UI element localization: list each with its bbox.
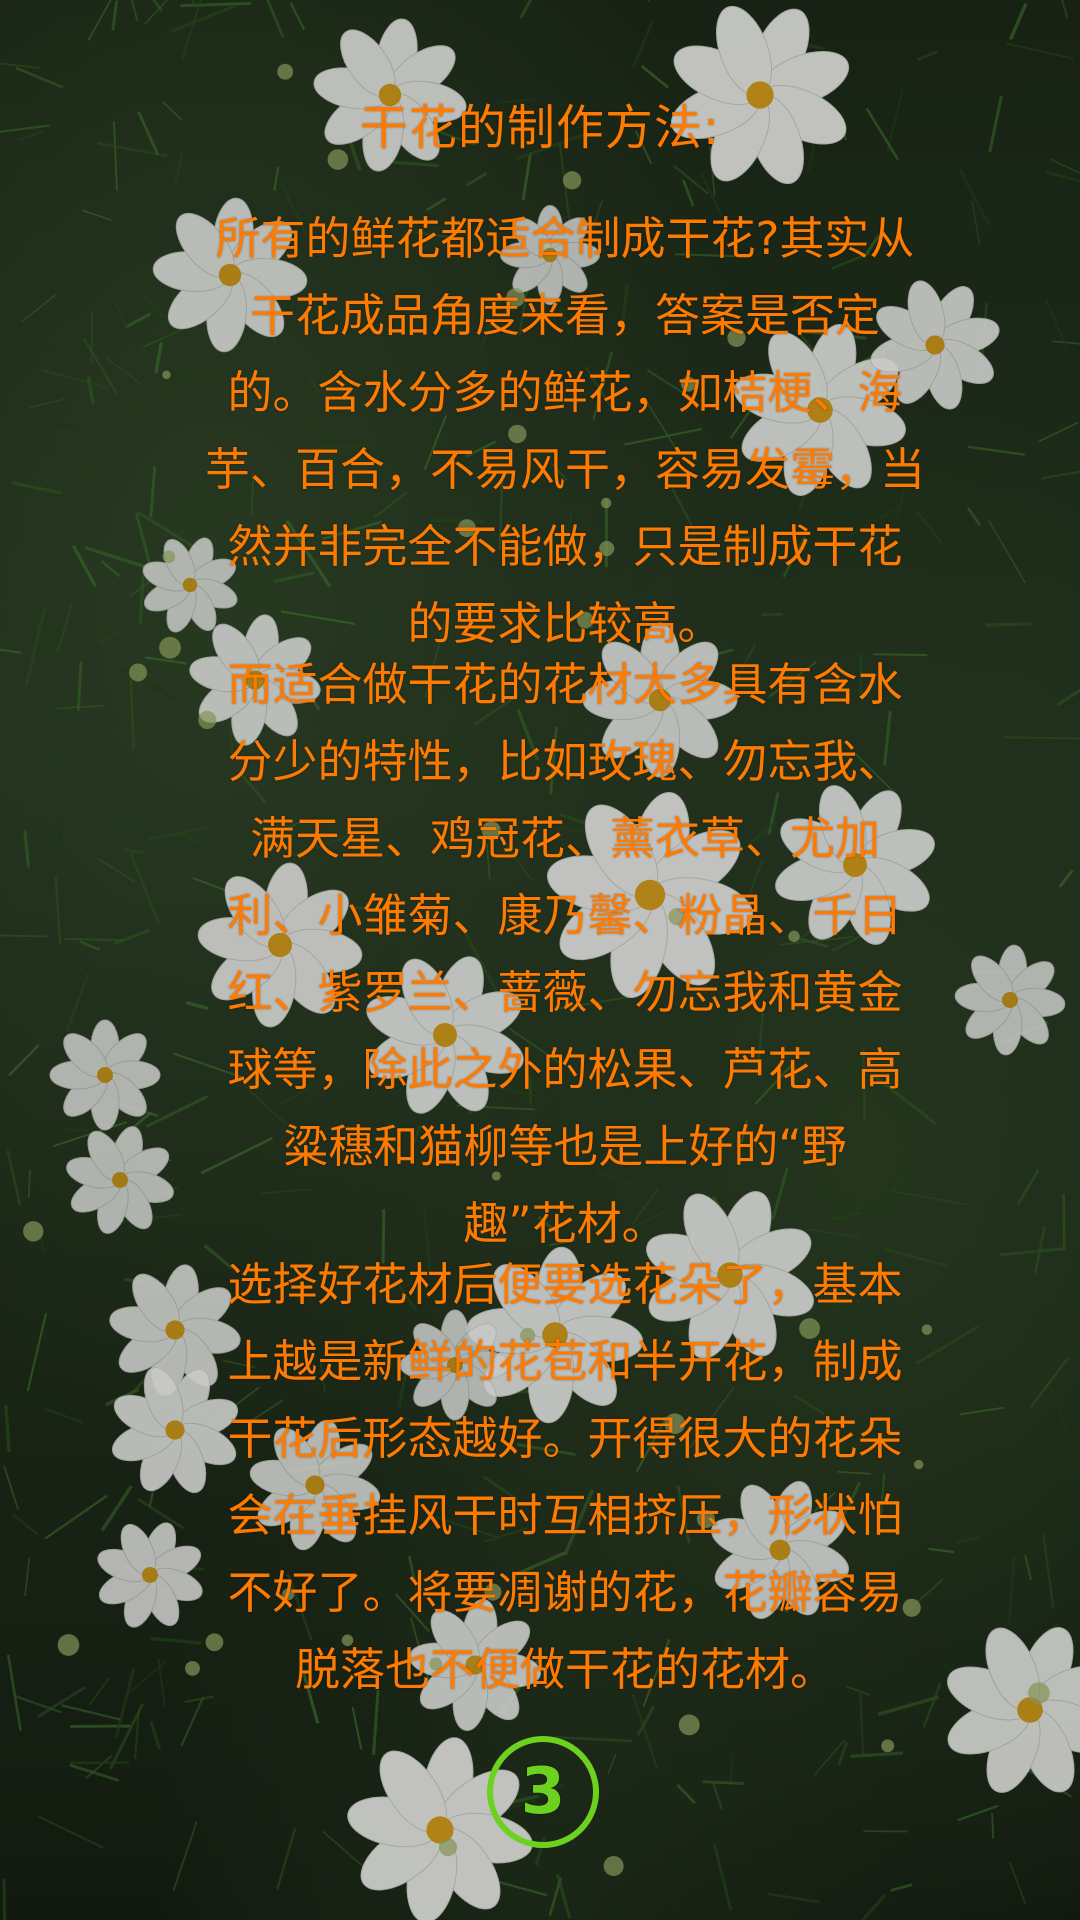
paragraph-line: 选择好花材后便要选花朵了，基本: [227, 1258, 903, 1311]
paragraph-line: 然并非完全不能做，只是制成干花: [227, 520, 903, 573]
paragraph-line: 脱落也不便做干花的花材。: [294, 1643, 835, 1696]
paragraph-line: 芋、百合，不易风干，容易发霉，当: [204, 443, 925, 496]
paragraph-line: 会在垂挂风干时互相挤压，形状怕: [227, 1489, 903, 1542]
paragraph-line: 分少的特性，比如玫瑰、勿忘我、: [227, 735, 903, 788]
paragraph-line: 粱穗和猫柳等也是上好的“野: [283, 1120, 847, 1173]
paragraph-line: 满天星、鸡冠花、薰衣草、尤加: [249, 812, 880, 865]
paragraph-line: 的。含水分多的鲜花，如桔梗、海: [227, 366, 903, 419]
article-title: 干花的制作方法:: [359, 100, 721, 156]
paragraph-1: 所有的鲜花都适合制成干花?其实从 干花成品角度来看，答案是否定 的。含水分多的鲜…: [120, 200, 1010, 662]
article: 干花的制作方法: 所有的鲜花都适合制成干花?其实从 干花成品角度来看，答案是否定…: [0, 0, 1080, 1920]
paragraph-line: 而适合做干花的花材大多具有含水: [227, 658, 903, 711]
paragraph-3: 选择好花材后便要选花朵了，基本 上越是新鲜的花苞和半开花，制成 干花后形态越好。…: [120, 1246, 1010, 1708]
paragraph-line: 不好了。将要凋谢的花，花瓣容易: [227, 1566, 903, 1619]
paragraph-line: 干花后形态越好。开得很大的花朵: [227, 1412, 903, 1465]
paragraph-line: 利、小雏菊、康乃馨、粉晶、千日: [227, 889, 903, 942]
paragraph-line: 所有的鲜花都适合制成干花?其实从: [215, 212, 915, 265]
photo-background: 干花的制作方法: 所有的鲜花都适合制成干花?其实从 干花成品角度来看，答案是否定…: [0, 0, 1080, 1920]
paragraph-line: 红、紫罗兰、蔷薇、勿忘我和黄金: [227, 966, 903, 1019]
paragraph-line: 上越是新鲜的花苞和半开花，制成: [227, 1335, 903, 1388]
paragraph-line: 干花成品角度来看，答案是否定: [249, 289, 880, 342]
paragraph-line: 球等，除此之外的松果、芦花、高: [227, 1043, 903, 1096]
paragraph-2: 而适合做干花的花材大多具有含水 分少的特性，比如玫瑰、勿忘我、 满天星、鸡冠花、…: [120, 646, 1010, 1262]
page-number-badge: 3: [487, 1736, 599, 1848]
